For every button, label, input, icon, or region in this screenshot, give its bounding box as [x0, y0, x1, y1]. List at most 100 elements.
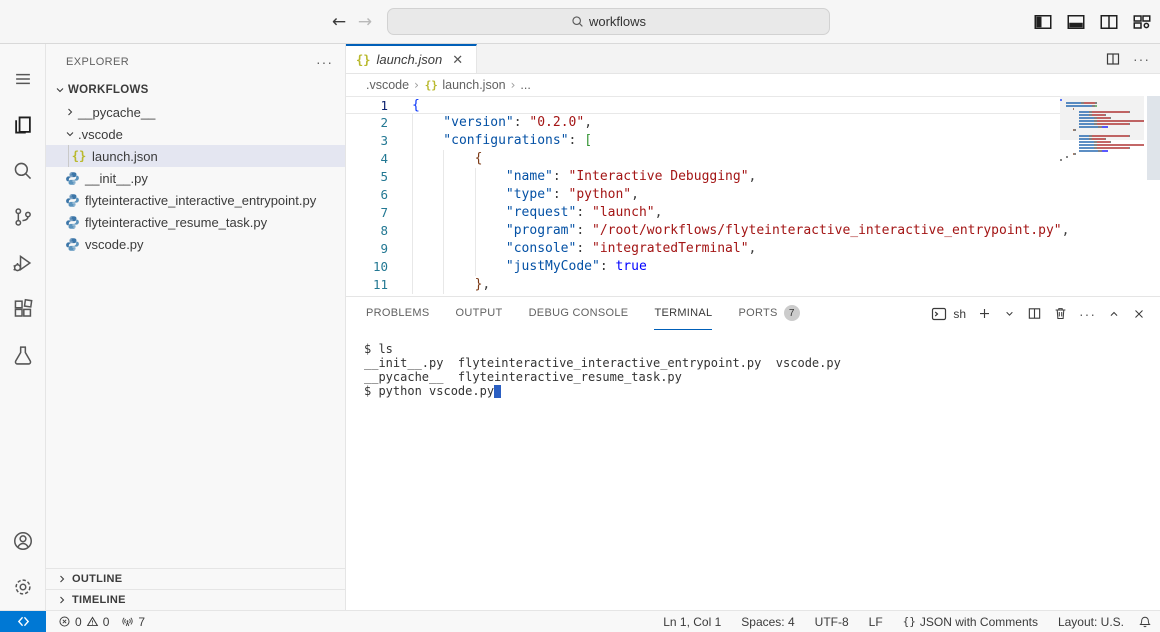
chevron-right-icon: [54, 592, 70, 608]
activity-menu[interactable]: [0, 56, 46, 102]
line-number: 1: [346, 97, 388, 113]
tree-item-flyteinteractive-interactive-entrypoint-py[interactable]: flyteinteractive_interactive_entrypoint.…: [46, 189, 345, 211]
section-outline[interactable]: OUTLINE: [46, 568, 345, 589]
ports-badge: 7: [784, 305, 800, 321]
activity-settings-gear[interactable]: [0, 564, 46, 610]
breadcrumb-item[interactable]: .vscode: [366, 78, 409, 92]
code-line-4: 4{: [346, 150, 1060, 168]
chevron-down-icon: [52, 82, 68, 98]
code-line-9: 9"console": "integratedTerminal",: [346, 240, 1060, 258]
python-file-icon: [64, 214, 80, 230]
layout-sidebar-left-icon[interactable]: [1033, 12, 1053, 32]
bell-icon[interactable]: [1138, 615, 1152, 629]
code-line-11: 11},: [346, 276, 1060, 294]
minimap[interactable]: [1060, 98, 1144, 161]
forward-arrow-icon[interactable]: →: [352, 12, 378, 32]
breadcrumb-item[interactable]: {}launch.json: [424, 78, 506, 92]
address-search-box[interactable]: workflows: [387, 8, 830, 35]
shell-label[interactable]: sh: [953, 307, 966, 321]
status-eol[interactable]: LF: [863, 611, 889, 632]
plus-icon[interactable]: [977, 306, 992, 321]
editor-more-actions-icon[interactable]: ···: [1133, 51, 1150, 67]
back-arrow-icon[interactable]: ←: [326, 12, 352, 32]
tree-item-launch-json[interactable]: {}launch.json: [46, 145, 345, 167]
status-encoding[interactable]: UTF-8: [809, 611, 855, 632]
remote-indicator[interactable]: [0, 611, 46, 632]
tree-item-flyteinteractive-resume-task-py[interactable]: flyteinteractive_resume_task.py: [46, 211, 345, 233]
panel-tab-terminal[interactable]: TERMINAL: [654, 297, 712, 330]
layout-panel-bottom-icon[interactable]: [1066, 12, 1086, 32]
explorer-more-actions-icon[interactable]: ···: [316, 54, 333, 70]
split-editor-icon[interactable]: [1105, 51, 1121, 67]
file-tree: __pycache__.vscode{}launch.json__init__.…: [46, 101, 345, 255]
section-timeline[interactable]: TIMELINE: [46, 589, 345, 610]
account-icon: [12, 530, 34, 552]
more-icon[interactable]: ···: [1079, 306, 1096, 322]
bottom-panel: PROBLEMS OUTPUT DEBUG CONSOLE TERMINAL PORTS…: [346, 296, 1160, 610]
terminal-output[interactable]: $ ls__init__.py flyteinteractive_interac…: [346, 330, 1160, 610]
panel-tab-debug-console[interactable]: DEBUG CONSOLE: [529, 297, 629, 330]
status-cursor-position[interactable]: Ln 1, Col 1: [657, 611, 727, 632]
terminal-line: $ ls: [364, 342, 1160, 356]
tree-item--init-py[interactable]: __init__.py: [46, 167, 345, 189]
panel-tab-problems[interactable]: PROBLEMS: [366, 297, 430, 330]
line-number: 6: [346, 186, 388, 204]
radio-tower-icon: [121, 615, 134, 628]
status-keyboard-layout[interactable]: Layout: U.S.: [1052, 611, 1130, 632]
activity-explorer-files[interactable]: [0, 102, 46, 148]
tree-item--vscode[interactable]: .vscode: [46, 123, 345, 145]
json-file-icon: {}: [71, 148, 87, 164]
problems-status[interactable]: 0 0: [52, 611, 115, 632]
activity-test-beaker[interactable]: [0, 332, 46, 378]
trash-icon[interactable]: [1053, 306, 1068, 321]
terminal-line: $ python vscode.py: [364, 384, 1160, 398]
activity-search[interactable]: [0, 148, 46, 194]
code-line-1: 1{: [346, 96, 1060, 114]
status-language-mode[interactable]: {}JSON with Comments: [897, 611, 1044, 632]
test-beaker-icon: [12, 344, 34, 366]
tab-close-icon[interactable]: ✕: [452, 52, 463, 68]
tree-root-workflows[interactable]: WORKFLOWS: [46, 79, 345, 101]
ports-status[interactable]: 7: [115, 611, 151, 632]
tab-launch-json[interactable]: {} launch.json ✕: [346, 44, 477, 73]
panel-tab-output[interactable]: OUTPUT: [456, 297, 503, 330]
activity-account[interactable]: [0, 518, 46, 564]
settings-gear-icon: [12, 576, 34, 598]
tree-item-vscode-py[interactable]: vscode.py: [46, 233, 345, 255]
tree-item--pycache-[interactable]: __pycache__: [46, 101, 345, 123]
breadcrumb-item[interactable]: ...: [520, 78, 530, 92]
code-line-5: 5"name": "Interactive Debugging",: [346, 168, 1060, 186]
chevron-right-icon: [62, 104, 78, 120]
editor-tab-bar: {} launch.json ✕ ···: [346, 44, 1160, 74]
browser-toolbar: ← → workflows: [0, 0, 1160, 44]
split-panel-icon[interactable]: [1027, 306, 1042, 321]
code-editor[interactable]: 1{2"version": "0.2.0",3"configurations":…: [346, 96, 1160, 296]
json-file-icon: {}: [356, 53, 370, 67]
activity-run-debug[interactable]: [0, 240, 46, 286]
split-editor-icon[interactable]: [1099, 12, 1119, 32]
explorer-title: EXPLORER: [66, 56, 316, 68]
activity-extensions[interactable]: [0, 286, 46, 332]
customize-layout-icon[interactable]: [1132, 12, 1152, 32]
panel-tab-ports[interactable]: PORTS7: [738, 297, 799, 330]
close-icon[interactable]: [1132, 307, 1146, 321]
line-number: 8: [346, 222, 388, 240]
run-debug-icon: [12, 252, 34, 274]
line-number: 3: [346, 132, 388, 150]
code-line-2: 2"version": "0.2.0",: [346, 114, 1060, 132]
terminal-cursor: [494, 385, 501, 398]
chevron-up-icon[interactable]: [1107, 307, 1121, 321]
breadcrumb-separator-icon: ›: [412, 78, 421, 92]
line-number: 4: [346, 150, 388, 168]
line-number: 10: [346, 258, 388, 276]
status-indentation[interactable]: Spaces: 4: [735, 611, 800, 632]
python-file-icon: [64, 170, 80, 186]
terminal-line: __pycache__ flyteinteractive_resume_task…: [364, 370, 1160, 384]
terminal-icon: [931, 306, 947, 322]
editor-scrollbar[interactable]: [1147, 96, 1160, 180]
error-icon: [58, 615, 71, 628]
search-icon: [571, 15, 584, 28]
chevron-down-icon[interactable]: [1003, 307, 1016, 320]
search-icon: [12, 160, 34, 182]
activity-source-control[interactable]: [0, 194, 46, 240]
